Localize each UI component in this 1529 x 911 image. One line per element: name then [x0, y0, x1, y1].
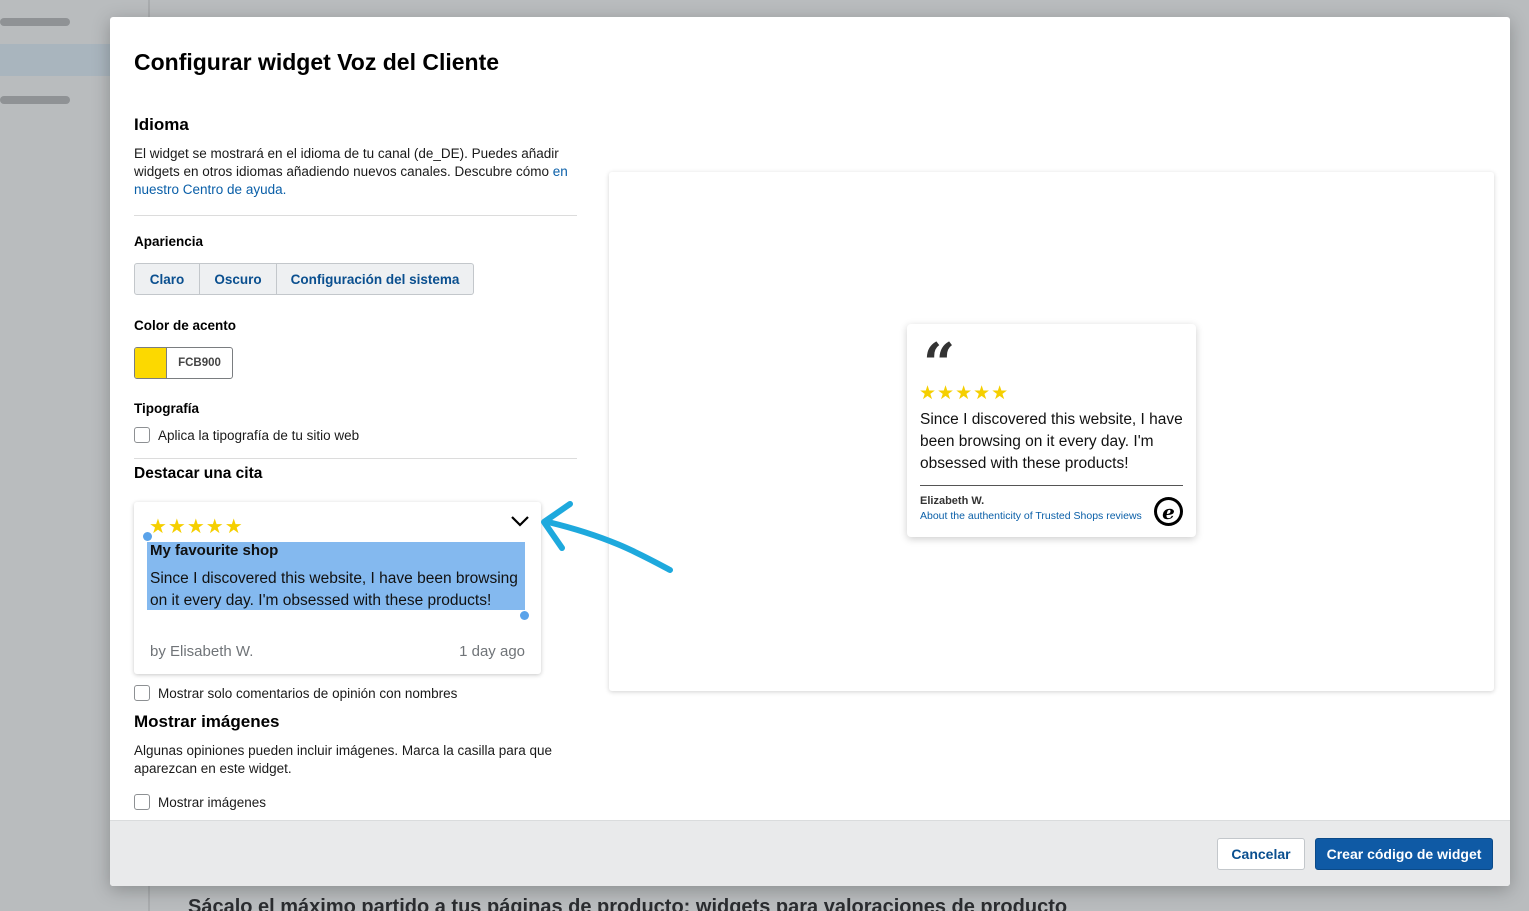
accent-color-picker[interactable]: FCB900 — [134, 347, 233, 379]
settings-panel: Idioma El widget se mostrará en el idiom… — [134, 115, 577, 493]
language-description: El widget se mostrará en el idioma de tu… — [134, 145, 577, 199]
modal-title: Configurar widget Voz del Cliente — [134, 49, 500, 75]
preview-review-text: Since I discovered this website, I have … — [920, 411, 1183, 472]
appearance-segmented-control: Claro Oscuro Configuración del sistema — [134, 263, 577, 295]
divider — [134, 215, 577, 216]
selection-end-handle[interactable] — [520, 611, 529, 620]
quote-text: Since I discovered this website, I have … — [150, 570, 518, 609]
highlight-quote-heading: Destacar una cita — [134, 465, 263, 482]
widget-preview-panel: “ ★★★★★ Since I discovered this website,… — [609, 172, 1494, 691]
annotation-arrow-icon — [541, 501, 673, 573]
names-only-checkbox-label[interactable]: Mostrar solo comentarios de opinión con … — [158, 686, 457, 701]
typography-checkbox[interactable] — [134, 427, 150, 443]
appearance-dark-button[interactable]: Oscuro — [200, 263, 277, 295]
appearance-label: Apariencia — [134, 234, 204, 249]
preview-review-card: “ ★★★★★ Since I discovered this website,… — [907, 324, 1196, 537]
appearance-system-button[interactable]: Configuración del sistema — [277, 263, 474, 295]
trusted-shops-badge-letter: e — [1157, 500, 1180, 524]
accent-color-label: Color de acento — [134, 318, 237, 333]
cancel-button[interactable]: Cancelar — [1217, 838, 1305, 870]
create-widget-code-button[interactable]: Crear código de widget — [1315, 838, 1493, 870]
appearance-light-button[interactable]: Claro — [134, 263, 200, 295]
names-only-option: Mostrar solo comentarios de opinión con … — [134, 685, 457, 701]
names-only-checkbox[interactable] — [134, 685, 150, 701]
configure-widget-modal: Configurar widget Voz del Cliente Idioma… — [110, 17, 1510, 886]
preview-author: Elizabeth W. — [920, 495, 985, 507]
preview-divider — [920, 485, 1183, 486]
show-images-option: Mostrar imágenes — [134, 794, 266, 810]
typography-option: Aplica la tipografía de tu sitio web — [134, 427, 577, 443]
quote-date: 1 day ago — [459, 643, 525, 660]
preview-authenticity-link[interactable]: About the authenticity of Trusted Shops … — [920, 510, 1142, 522]
background-nav-item — [0, 96, 70, 104]
accent-color-value[interactable]: FCB900 — [167, 348, 232, 378]
modal-footer: Cancelar Crear código de widget — [110, 820, 1510, 886]
show-images-checkbox-label[interactable]: Mostrar imágenes — [158, 795, 266, 810]
typography-label: Tipografía — [134, 401, 200, 416]
images-description: Algunas opiniones pueden incluir imágene… — [134, 743, 553, 776]
selection-start-handle[interactable] — [143, 532, 152, 541]
language-description-text: El widget se mostrará en el idioma de tu… — [134, 146, 559, 179]
quote-rating-stars: ★★★★★ — [149, 516, 244, 538]
background-nav-item — [0, 18, 70, 26]
background-heading: Sácalo el máximo partido a tus páginas d… — [188, 896, 1068, 911]
images-heading: Mostrar imágenes — [134, 712, 280, 731]
highlight-quote-selector[interactable]: ★★★★★ My favourite shop Since I discover… — [134, 502, 541, 674]
quote-title: My favourite shop — [150, 542, 279, 559]
chevron-down-icon[interactable] — [510, 514, 530, 528]
language-heading: Idioma — [134, 115, 189, 134]
quote-text-selection[interactable]: My favourite shop Since I discovered thi… — [147, 542, 525, 610]
preview-rating-stars: ★★★★★ — [919, 383, 1010, 404]
quote-author: by Elisabeth W. — [150, 643, 254, 660]
show-images-checkbox[interactable] — [134, 794, 150, 810]
trusted-shops-badge-icon: e — [1154, 497, 1183, 526]
divider — [134, 458, 577, 459]
accent-color-swatch[interactable] — [135, 348, 167, 378]
typography-checkbox-label[interactable]: Aplica la tipografía de tu sitio web — [158, 428, 359, 443]
